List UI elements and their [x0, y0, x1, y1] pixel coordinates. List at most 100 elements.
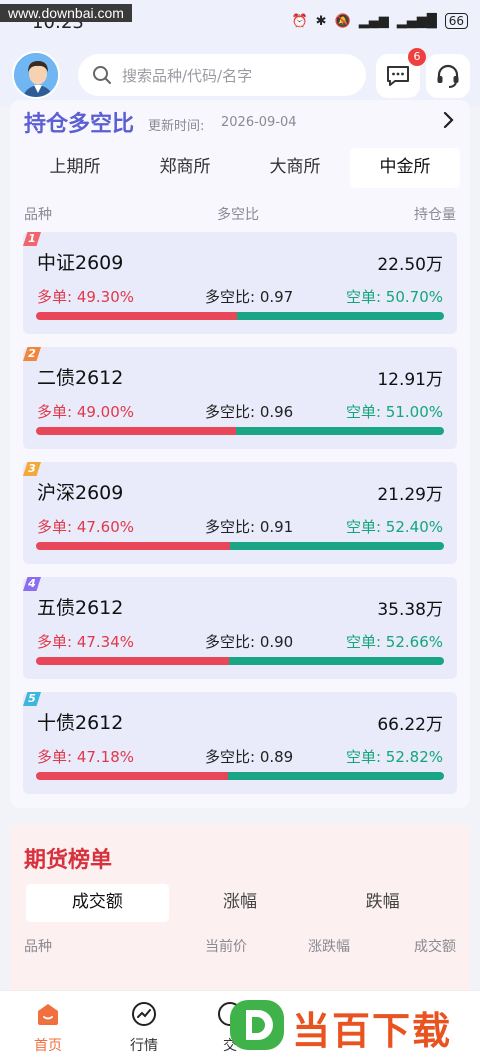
avatar[interactable] — [12, 51, 60, 99]
ratio-bar — [36, 772, 444, 780]
short-bar — [229, 657, 444, 665]
column-position: 持仓量 — [414, 207, 456, 223]
ratio-row[interactable]: 4 五债2612 35.38万多单: 47.34% 多空比: 0.90 空单: 52.6… — [23, 577, 457, 679]
tab-ranking[interactable]: 涨幅 — [169, 884, 312, 922]
short-percent: 空单: 52.82% — [345, 748, 443, 766]
watermark-logo: 当百下载 — [222, 996, 480, 1056]
list-header: 品种 多空比 持仓量 — [24, 204, 456, 224]
variety-name: 五债2612 — [37, 597, 124, 619]
status-bar: 10:23 www.downbai.com ⏰ ✱ 🔕 ▂▄▆ ▂▄▆█ 66 — [0, 0, 480, 46]
long-percent: 多单: 49.00% — [37, 403, 135, 421]
ratio-row[interactable]: 3 沪深2609 21.29万 多单: 47.60% 多空比: 0.91 空单: 52.4… — [23, 462, 457, 564]
short-bar — [235, 427, 444, 435]
exchange-tabs: 上期所 郑商所 大商所 中金所 — [20, 148, 460, 188]
position-volume: 66.22万 — [377, 715, 443, 735]
rank-badge: 1 — [23, 232, 41, 246]
nav-home[interactable]: 首页 — [18, 1001, 78, 1055]
bluetooth-icon: ✱ — [315, 13, 327, 29]
chevron-right-icon[interactable] — [442, 110, 456, 134]
ranking-tabs: 成交额 涨幅 跌幅 — [26, 884, 454, 922]
variety-name: 中证2609 — [37, 252, 124, 274]
long-percent: 多单: 47.60% — [37, 518, 135, 536]
top-bar: 搜索品种/代码/名字 6 — [0, 46, 480, 106]
long-percent: 多单: 47.18% — [37, 748, 135, 766]
message-count-badge: 6 — [408, 48, 426, 66]
column-change: 涨跌幅 — [308, 939, 350, 955]
variety-name: 沪深2609 — [37, 482, 124, 504]
long-short-ratio: 多空比: 0.97 — [205, 288, 294, 306]
nav-home-label: 首页 — [34, 1038, 62, 1054]
tab-ranking[interactable]: 成交额 — [26, 884, 169, 922]
message-icon — [387, 66, 409, 86]
long-percent: 多单: 47.34% — [37, 633, 135, 651]
rank-badge: 5 — [23, 692, 41, 706]
ratio-bar — [36, 427, 444, 435]
update-time-label: 更新时间: — [148, 119, 205, 134]
messages-button[interactable]: 6 — [376, 48, 426, 98]
tab-exchange[interactable]: 郑商所 — [130, 148, 240, 188]
ranking-header: 品种 当前价 涨跌幅 成交额 — [24, 936, 456, 956]
short-percent: 空单: 52.40% — [345, 518, 443, 536]
tab-ranking[interactable]: 跌幅 — [311, 884, 454, 922]
update-time: 2026-09-04 — [221, 115, 297, 130]
watermark-logo-text: 当百下载 — [292, 1009, 453, 1053]
short-bar — [237, 312, 444, 320]
long-short-ratio: 多空比: 0.96 — [205, 403, 294, 421]
column-variety: 品种 — [24, 207, 52, 223]
short-percent: 空单: 50.70% — [345, 288, 443, 306]
rank-badge: 2 — [23, 347, 41, 361]
ratio-row[interactable]: 1 中证2609 22.50万多单: 49.30% 多空比: 0.97 空单: 50.7… — [23, 232, 457, 334]
long-short-ratio: 多空比: 0.91 — [205, 518, 294, 536]
nav-market-label: 行情 — [130, 1038, 158, 1054]
long-short-ratio: 多空比: 0.89 — [205, 748, 294, 766]
tab-exchange[interactable]: 中金所 — [350, 148, 460, 188]
trend-icon — [132, 1002, 156, 1026]
rank-badge: 4 — [23, 577, 41, 591]
wifi-signal-icon: ▂▄▆█ — [396, 13, 437, 29]
battery-icon: 66 — [444, 13, 468, 29]
position-volume: 21.29万 — [377, 485, 443, 505]
ratio-bar — [36, 542, 444, 550]
position-volume: 35.38万 — [377, 600, 443, 620]
site-watermark: www.downbai.com — [0, 4, 132, 22]
search-icon — [93, 66, 111, 84]
mute-icon: 🔕 — [334, 13, 351, 29]
tab-exchange[interactable]: 上期所 — [20, 148, 130, 188]
short-bar — [228, 772, 444, 780]
signal-icon: ▂▄▆ — [358, 13, 389, 29]
long-bar — [36, 542, 231, 550]
long-short-ratio: 多空比: 0.90 — [205, 633, 294, 651]
home-icon — [38, 1004, 58, 1025]
search-placeholder: 搜索品种/代码/名字 — [122, 66, 253, 85]
column-ratio: 多空比 — [217, 207, 259, 223]
column-turnover: 成交额 — [414, 939, 456, 955]
status-icons: ⏰ ✱ 🔕 ▂▄▆ ▂▄▆█ 66 — [291, 13, 468, 29]
tab-exchange[interactable]: 大商所 — [240, 148, 350, 188]
alarm-icon: ⏰ — [291, 13, 308, 29]
long-bar — [36, 427, 236, 435]
logo-icon — [230, 1000, 284, 1050]
ratio-row[interactable]: 2 二债2612 12.91万 多单: 49.00% 多空比: 0.96 空单: 51.0… — [23, 347, 457, 449]
short-bar — [230, 542, 444, 550]
variety-name: 二债2612 — [37, 367, 124, 389]
long-bar — [36, 312, 238, 320]
variety-name: 十债2612 — [37, 712, 124, 734]
customer-service-button[interactable] — [426, 54, 470, 98]
long-bar — [36, 657, 230, 665]
ratio-bar — [36, 312, 444, 320]
long-short-header[interactable]: 持仓多空比 更新时间: 2026-09-04 — [24, 106, 456, 137]
search-input[interactable]: 搜索品种/代码/名字 — [78, 54, 366, 96]
section-title: 持仓多空比 — [24, 112, 135, 137]
short-percent: 空单: 51.00% — [345, 403, 443, 421]
ratio-bar — [36, 657, 444, 665]
short-percent: 空单: 52.66% — [345, 633, 443, 651]
headset-icon — [437, 64, 459, 88]
long-short-ratio-card: 持仓多空比 更新时间: 2026-09-04 上期所 郑商所 大商所 中金所 品种 多… — [10, 100, 470, 808]
column-price: 当前价 — [205, 939, 247, 955]
futures-ranking-card: 期货榜单 成交额 涨幅 跌幅 品种 当前价 涨跌幅 成交额 — [10, 824, 470, 1004]
long-percent: 多单: 49.30% — [37, 288, 135, 306]
ratio-row[interactable]: 5 十债2612 66.22万多单: 47.18% 多空比: 0.89 空单: 52.8… — [23, 692, 457, 794]
ranking-title: 期货榜单 — [24, 848, 113, 873]
position-volume: 22.50万 — [377, 255, 443, 275]
nav-market[interactable]: 行情 — [114, 1001, 174, 1055]
